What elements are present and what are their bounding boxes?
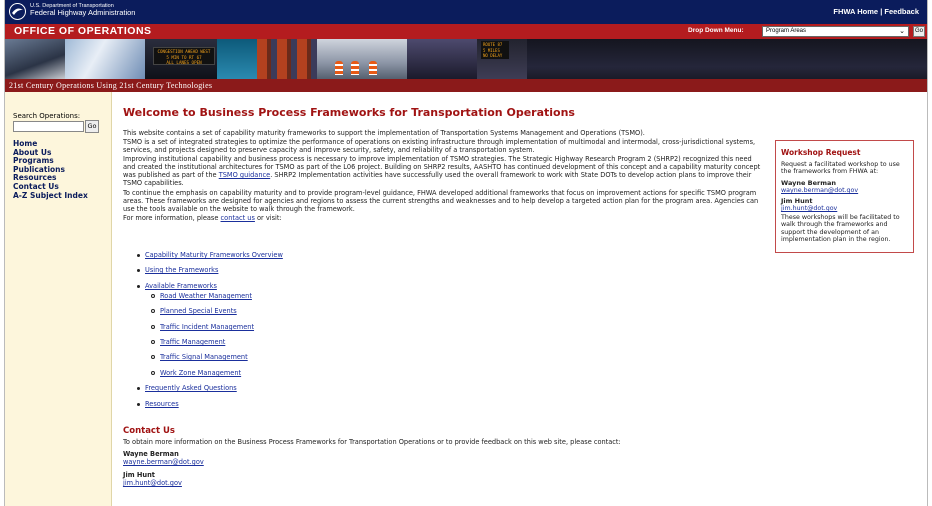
signal-management-link[interactable]: Traffic Signal Management (160, 353, 248, 361)
available-frameworks-link[interactable]: Available Frameworks (145, 282, 217, 290)
work-zone-link[interactable]: Work Zone Management (160, 369, 241, 377)
traffic-cone-icon (335, 61, 343, 75)
page-title: Welcome to Business Process Frameworks f… (123, 106, 575, 119)
workshop-contact-name: Jim Hunt (781, 196, 813, 205)
dropdown-go-button[interactable]: Go (913, 26, 925, 37)
freight-photo (257, 39, 317, 79)
dropdown-label: Drop Down Menu: (688, 27, 744, 34)
sub-list-bullet (151, 325, 155, 329)
list-bullet (137, 403, 140, 406)
resources-link[interactable]: Resources (145, 400, 179, 408)
sub-list-bullet (151, 355, 155, 359)
search-label: Search Operations: (13, 112, 81, 120)
using-frameworks-link[interactable]: Using the Frameworks (145, 266, 218, 274)
more-info-text: For more information, please (123, 214, 221, 222)
sub-list-bullet (151, 340, 155, 344)
banner-photo-strip: CONGESTION AHEAD WEST 5 MIN TO RT 67 ALL… (5, 39, 927, 79)
road-weather-link[interactable]: Road Weather Management (160, 292, 252, 300)
list-bullet (137, 285, 140, 288)
traffic-photo (5, 39, 65, 79)
more-info-paragraph: For more information, please contact us … (123, 214, 765, 222)
workshop-request-box: Workshop Request Request a facilitated w… (775, 140, 914, 253)
workshop-note: These workshops will be facilitated to w… (781, 213, 900, 244)
faq-link[interactable]: Frequently Asked Questions (145, 384, 237, 392)
list-bullet (137, 254, 140, 257)
message-sign: CONGESTION AHEAD WEST 5 MIN TO RT 67 ALL… (153, 47, 215, 65)
workshop-email-link[interactable]: jim.hunt@dot.gov (781, 205, 908, 212)
chevron-down-icon: ⌄ (899, 28, 905, 35)
list-bullet (137, 387, 140, 390)
planned-events-link[interactable]: Planned Special Events (160, 307, 237, 315)
subtitle-text: 21st Century Operations Using 21st Centu… (9, 81, 213, 90)
search-input[interactable] (13, 121, 84, 132)
office-banner: OFFICE OF OPERATIONS Drop Down Menu: Pro… (5, 24, 927, 39)
page-frame: U.S. Department of Transportation Federa… (4, 0, 928, 506)
contact-email-link[interactable]: wayne.berman@dot.gov (123, 458, 204, 466)
workshop-text: Request a facilitated workshop to use th… (781, 161, 900, 176)
tsmo-paragraph: TSMO is a set of integrated strategies t… (123, 138, 756, 154)
shrp2-paragraph: Improving institutional capability and b… (123, 155, 765, 187)
link-separator: | (880, 7, 883, 16)
office-title[interactable]: OFFICE OF OPERATIONS (14, 25, 152, 37)
workshop-email-link[interactable]: wayne.berman@dot.gov (781, 187, 908, 194)
work-zone-photo (317, 39, 407, 79)
traffic-cone-icon (351, 61, 359, 75)
feedback-link[interactable]: Feedback (884, 7, 919, 16)
search-go-button[interactable]: Go (85, 120, 99, 133)
administration-name: Federal Highway Administration (30, 8, 136, 18)
dot-logo-icon[interactable] (9, 3, 26, 20)
traffic-cone-icon (369, 61, 377, 75)
incident-management-link[interactable]: Traffic Incident Management (160, 323, 254, 331)
workshop-title: Workshop Request (781, 148, 861, 157)
more-info-text-end: or visit: (254, 214, 282, 222)
container-photo (217, 39, 257, 79)
sidebar-item-a-z-index[interactable]: A-Z Subject Index (13, 191, 88, 201)
agency-name[interactable]: U.S. Department of Transportation Federa… (30, 3, 135, 17)
overview-link[interactable]: Capability Maturity Frameworks Overview (145, 251, 283, 259)
contact-email-link[interactable]: jim.hunt@dot.gov (123, 479, 182, 487)
message-sign-2: ROUTE 87 5 MILES NO DELAY (481, 41, 509, 59)
fhwa-home-link[interactable]: FHWA Home (833, 7, 878, 16)
sign-line: CONGESTION AHEAD WEST (157, 49, 211, 54)
contact-name: Jim Hunt (123, 471, 155, 479)
top-bar: U.S. Department of Transportation Federa… (5, 0, 927, 24)
top-links: FHWA Home | Feedback (833, 7, 919, 16)
sub-list-bullet (151, 294, 155, 298)
sign-line: NO DELAY (483, 53, 503, 58)
subtitle-banner: 21st Century Operations Using 21st Centu… (5, 79, 927, 92)
traffic-management-link[interactable]: Traffic Management (160, 338, 225, 346)
sidebar-nav: Home About Us Programs Publications Reso… (13, 139, 88, 201)
program-paragraph: To continue the emphasis on capability m… (123, 189, 759, 213)
tsmo-guidance-link[interactable]: TSMO guidance (219, 171, 270, 179)
night-traffic-photo (407, 39, 477, 79)
dark-road-photo (527, 39, 927, 79)
contact-text: To obtain more information on the Busine… (123, 438, 621, 446)
select-value: Program Areas (766, 28, 807, 34)
sign-line: ALL LANES OPEN (166, 60, 202, 65)
sidebar: Search Operations: Go Home About Us Prog… (5, 92, 112, 506)
sub-list-bullet (151, 371, 155, 375)
intro-paragraph: This website contains a set of capabilit… (123, 129, 645, 137)
highway-photo (65, 39, 145, 79)
contact-heading: Contact Us (123, 426, 175, 436)
contact-us-link[interactable]: contact us (221, 214, 255, 222)
contact-name: Wayne Berman (123, 450, 179, 458)
workshop-contact-name: Wayne Berman (781, 178, 837, 187)
list-bullet (137, 269, 140, 272)
sub-list-bullet (151, 309, 155, 313)
program-areas-select[interactable]: Program Areas ⌄ (762, 26, 909, 37)
